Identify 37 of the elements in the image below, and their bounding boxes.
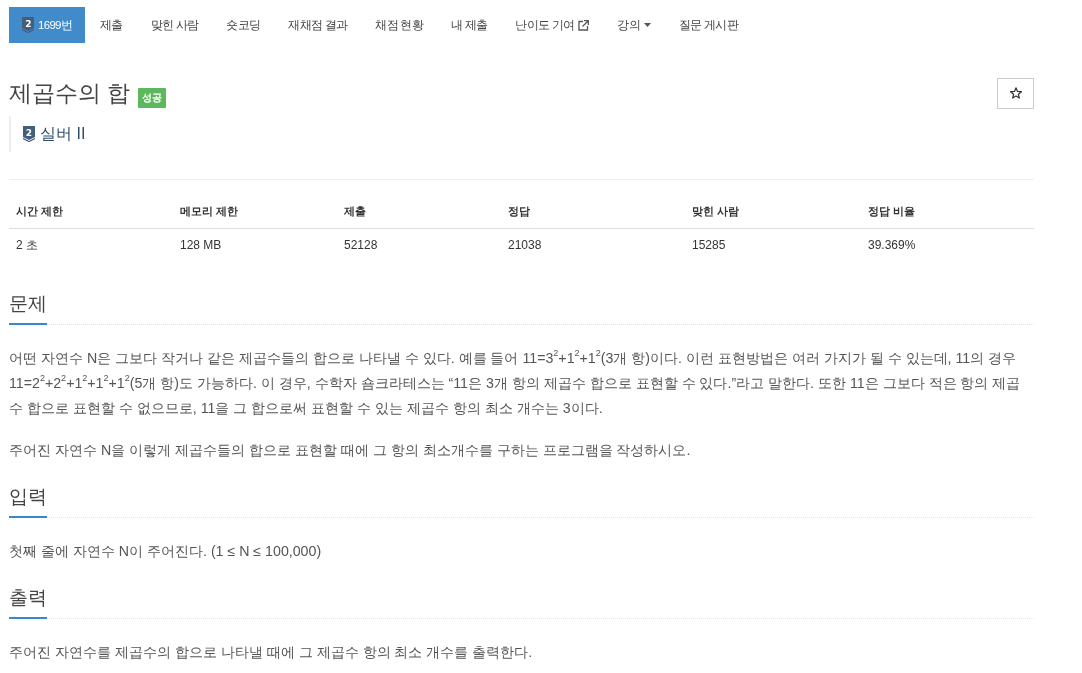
tier-icon: 2 [23,126,35,142]
table-header-cell: 메모리 제한 [173,195,337,229]
table-cell-text: 21038 [507,237,543,254]
nav-tab[interactable]: 내 제출 [438,7,501,43]
nav-tab[interactable]: 난이도 기여 [502,7,603,43]
section-paragraph: 어떤 자연수 N은 그보다 작거나 같은 제곱수들의 합으로 나타낼 수 있다. 예를 들어 11=3$^{2}$+1$^{2}$+1$^{2}$(3개 항)이다. 이런 표현방법은 여러 가지가 될 수 있는데, 11의 경우 11=2$^{2}$+2$^{2}$+1$^{2}$+1$^{2}$+1$^{2}$(5개 항)도 가능하다. 이 경우, 수학자 숌크라테스는 “11은 3개 항의 제곱수 합으로 표현할 수 있다.”라고 말한다. 또한 11은 그보다 적은 항의 제곱수 합으로 표현할 수 없으므로, 11을 그 합으로써 표현할 수 있는 제곱수 항의 최소 개수는 3이다. [9,347,1022,418]
nav-tab[interactable]: 제출 [87,7,136,43]
table-cell-text: 39.369% [867,237,917,254]
nav-tab[interactable]: 재채점 결과 [275,7,361,43]
table-header-cell: 정답 비율 [861,195,1034,229]
nav-tab[interactable]: 맞힌 사람 [137,7,212,43]
section-heading: 출력 [9,584,47,619]
table-header-cell: 맞힌 사람 [685,195,861,229]
section-paragraph: 첫째 줄에 자연수 N이 주어진다. (1 ≤ N ≤ 100,000) [9,542,323,561]
table-cell-text: 52128 [343,237,379,254]
nav-tab[interactable]: 강의 [604,7,665,43]
table-header-cell: 시간 제한 [9,195,173,229]
table-cell-text: 15285 [691,237,727,254]
table-header-cell: 정답 [501,195,685,229]
favorite-button[interactable] [997,77,1034,109]
table-cell-text: 2 초 [15,236,39,254]
result-badge: 성공 [138,87,167,108]
tier-icon: 2 [22,17,34,33]
caret-icon [644,23,652,27]
nav-tab[interactable]: 2 1699번 [9,7,86,43]
table-header-cell: 제출 [337,195,501,229]
section-paragraph: 주어진 자연수를 제곱수의 합으로 나타낼 때에 그 제곱수 항의 최소 개수를 출력한다. [9,643,534,662]
problem-title: 제곱수의 합 [9,79,131,108]
nav-tab[interactable]: 질문 게시판 [666,7,752,43]
nav-tab[interactable]: 숏코딩 [213,7,274,43]
tier-label: 실버 II [40,123,86,144]
external-link-icon [578,19,590,31]
section-heading: 문제 [9,290,47,325]
section-heading: 입력 [9,483,47,518]
table-cell-text: 128 MB [179,237,223,254]
nav-tab[interactable]: 채점 현황 [362,7,436,43]
section-paragraph: 주어진 자연수 N을 이렇게 제곱수들의 합으로 표현할 때에 그 항의 최소개수를 구하는 프로그램을 작성하시오. [9,441,692,460]
